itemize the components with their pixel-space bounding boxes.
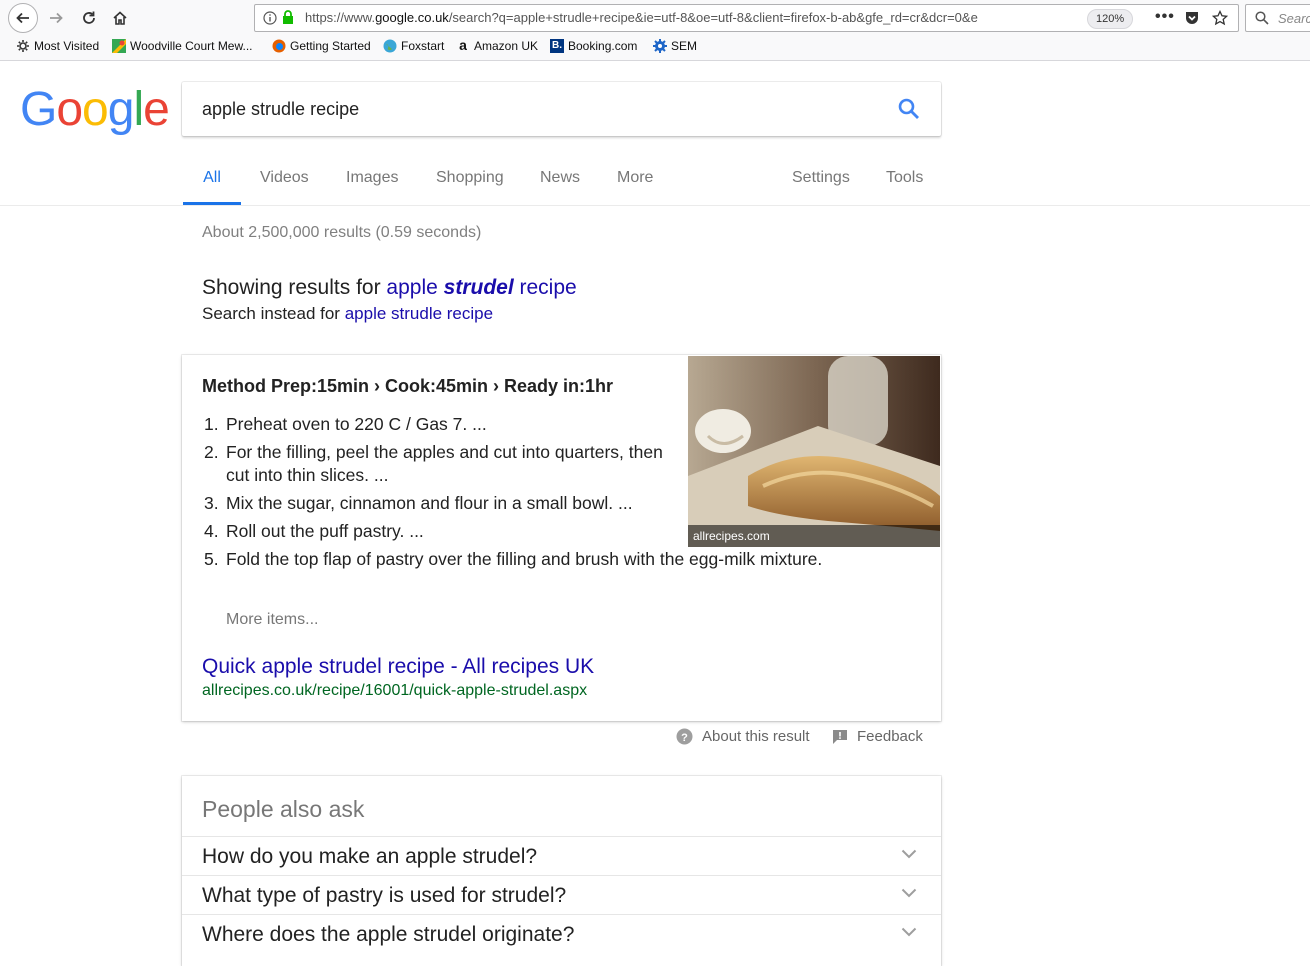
cog-icon	[653, 39, 667, 53]
feedback-link[interactable]: Feedback	[832, 728, 923, 745]
arrow-right-icon	[50, 12, 63, 24]
amazon-icon: a	[459, 37, 467, 53]
result-stats: About 2,500,000 results (0.59 seconds)	[202, 224, 482, 241]
about-this-result-link[interactable]: ? About this result	[676, 728, 810, 745]
paa-question[interactable]: Where does the apple strudel originate?	[182, 914, 941, 954]
firefox-icon	[272, 39, 286, 53]
forward-button[interactable]	[42, 4, 70, 32]
maps-icon	[112, 39, 126, 53]
help-icon: ?	[676, 728, 693, 745]
home-icon	[113, 11, 127, 25]
search-input[interactable]: apple strudle recipe	[202, 99, 359, 120]
search-icon[interactable]	[897, 97, 921, 121]
bookmark-foxstart[interactable]: Foxstart	[383, 39, 444, 53]
feedback-icon	[833, 729, 847, 744]
bookmark-star-icon[interactable]	[1212, 10, 1228, 26]
paa-question[interactable]: How do you make an apple strudel?	[182, 836, 941, 876]
browser-toolbar: https://www.google.co.uk/search?q=apple+…	[0, 0, 1310, 61]
url-text[interactable]: https://www.google.co.uk/search?q=apple+…	[305, 10, 1050, 25]
lock-icon[interactable]	[282, 10, 294, 25]
chevron-down-icon	[901, 927, 917, 937]
list-item: 5. Fold the top flap of pastry over the f…	[204, 549, 823, 569]
people-also-ask: People also ask How do you make an apple…	[182, 776, 941, 966]
tab-news[interactable]: News	[540, 169, 580, 205]
pocket-icon[interactable]	[1184, 10, 1200, 26]
more-items-link[interactable]: More items...	[226, 611, 318, 629]
tab-shopping[interactable]: Shopping	[436, 169, 504, 205]
zoom-level-badge[interactable]: 120%	[1087, 9, 1134, 29]
bookmark-woodville[interactable]: Woodville Court Mew...	[112, 39, 253, 53]
home-button[interactable]	[106, 4, 134, 32]
image-caption: allrecipes.com	[688, 525, 940, 547]
bookmarks-toolbar: Most Visited Woodville Court Mew... Gett…	[0, 36, 1310, 58]
svg-text:?: ?	[681, 732, 688, 744]
search-icon	[1255, 11, 1269, 25]
logo-letter: o	[82, 83, 109, 136]
gear-icon	[17, 40, 29, 52]
tab-more[interactable]: More	[617, 169, 653, 205]
logo-letter: e	[143, 83, 170, 136]
settings-link[interactable]: Settings	[792, 169, 850, 205]
tools-link[interactable]: Tools	[886, 169, 923, 205]
info-icon[interactable]	[263, 11, 277, 25]
bookmark-most-visited[interactable]: Most Visited	[16, 39, 99, 53]
result-url: allrecipes.co.uk/recipe/16001/quick-appl…	[202, 682, 588, 699]
snippet-heading: Method Prep:15min › Cook:45min › Ready i…	[202, 376, 614, 396]
browser-search-box[interactable]: Search	[1245, 4, 1310, 32]
search-box[interactable]: apple strudle recipe	[182, 82, 941, 136]
list-item: 4. Roll out the puff pastry. ...	[204, 521, 424, 541]
arrow-left-icon	[16, 12, 29, 24]
result-title-link[interactable]: Quick apple strudel recipe - All recipes…	[202, 655, 594, 679]
paa-title: People also ask	[202, 796, 365, 822]
tab-images[interactable]: Images	[346, 169, 398, 205]
list-item: 2. For the filling, peel the apples and c…	[204, 442, 663, 485]
paa-question[interactable]: What type of pastry is used for strudel?	[182, 875, 941, 915]
google-logo[interactable]: Google	[20, 82, 170, 137]
spelling-correction: Showing results for apple strudel recipe	[202, 276, 577, 299]
address-bar[interactable]: https://www.google.co.uk/search?q=apple+…	[254, 4, 1239, 32]
bookmark-getting-started[interactable]: Getting Started	[272, 39, 371, 53]
tab-all[interactable]: All	[183, 169, 241, 205]
bookmark-amazon[interactable]: a Amazon UK	[456, 37, 538, 53]
search-placeholder: Search	[1278, 11, 1310, 26]
reload-icon	[83, 11, 95, 24]
original-query-link[interactable]: apple strudle recipe	[345, 304, 493, 323]
bookmark-sem[interactable]: SEM	[653, 39, 697, 53]
list-item: 3. Mix the sugar, cinnamon and flour in a…	[204, 493, 633, 513]
apple-strudel-photo	[688, 356, 940, 547]
logo-letter: G	[20, 83, 57, 136]
chevron-down-icon	[901, 849, 917, 859]
chevron-down-icon	[901, 888, 917, 898]
reload-button[interactable]	[75, 4, 103, 32]
logo-letter: o	[56, 83, 83, 136]
corrected-query-link[interactable]: apple strudel recipe	[386, 276, 576, 299]
bookmark-booking[interactable]: B. Booking.com	[550, 39, 637, 53]
logo-letter: l	[133, 83, 144, 136]
list-item: 1. Preheat oven to 220 C / Gas 7. ...	[204, 414, 487, 434]
logo-letter: g	[107, 83, 135, 136]
featured-snippet: Method Prep:15min › Cook:45min › Ready i…	[182, 355, 941, 721]
search-instead: Search instead for apple strudle recipe	[202, 304, 494, 323]
tab-videos[interactable]: Videos	[260, 169, 309, 205]
booking-icon: B.	[550, 39, 564, 53]
page-actions-icon[interactable]: •••	[1155, 8, 1175, 26]
recipe-image[interactable]: allrecipes.com	[688, 356, 940, 547]
globe-icon	[383, 39, 397, 53]
back-button[interactable]	[8, 3, 38, 33]
search-tabs: All Videos Images Shopping News More Set…	[0, 160, 1310, 206]
